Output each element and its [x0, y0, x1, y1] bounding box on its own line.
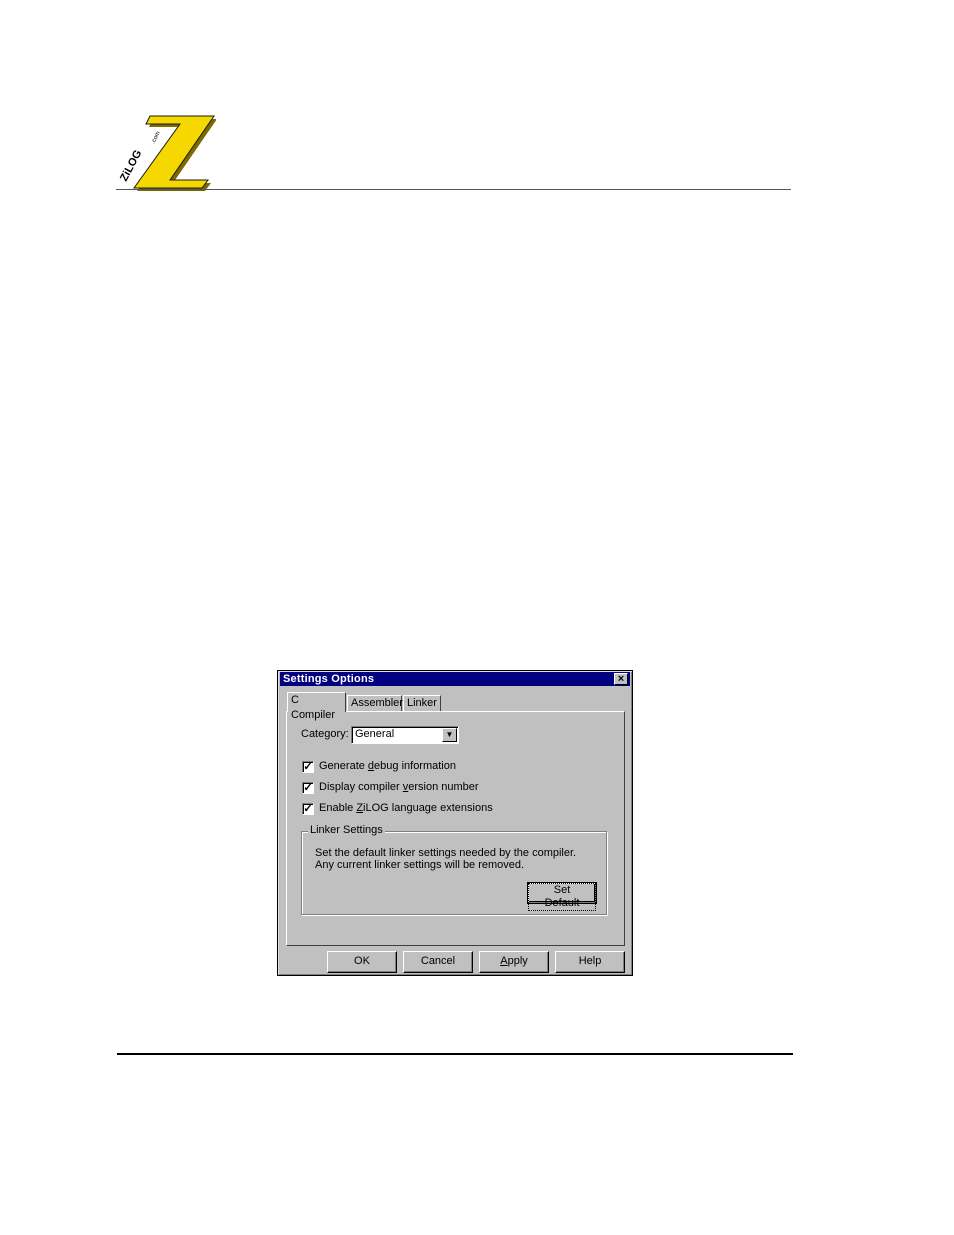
tab-linker[interactable]: Linker: [403, 695, 441, 712]
apply-button[interactable]: Apply: [479, 951, 549, 973]
generate-debug-checkbox[interactable]: ✓: [302, 761, 314, 773]
set-default-button[interactable]: Set Default: [527, 882, 597, 911]
category-label: Category:: [301, 728, 349, 740]
enable-zilog-extensions-checkbox[interactable]: ✓: [302, 803, 314, 815]
help-label: Help: [578, 955, 602, 967]
title-bar[interactable]: Settings Options ×: [280, 672, 630, 686]
checkbox-label: Enable ZiLOG language extensions: [319, 802, 493, 814]
checkbox-label: Generate debug information: [319, 760, 456, 772]
header-rule: [116, 189, 791, 190]
linker-settings-group: Linker Settings Set the default linker s…: [301, 824, 607, 915]
checkbox-label: Display compiler version number: [319, 781, 479, 793]
cancel-button[interactable]: Cancel: [403, 951, 473, 973]
cancel-label: Cancel: [420, 955, 456, 967]
category-select[interactable]: General ▼: [351, 726, 459, 744]
chevron-down-icon[interactable]: ▼: [442, 728, 457, 742]
help-button[interactable]: Help: [555, 951, 625, 973]
linker-settings-legend: Linker Settings: [308, 824, 385, 836]
tab-label: Linker: [407, 697, 437, 709]
svg-text:.com: .com: [150, 131, 161, 145]
tab-label: C Compiler: [291, 694, 336, 721]
tab-c-compiler[interactable]: C Compiler: [287, 692, 346, 721]
close-icon[interactable]: ×: [614, 673, 628, 685]
ok-label: OK: [354, 955, 370, 967]
tab-label: Assembler: [351, 697, 403, 709]
tab-assembler[interactable]: Assembler: [347, 695, 403, 712]
settings-options-dialog: Settings Options × C Compiler Assembler …: [277, 670, 633, 976]
apply-label: Apply: [500, 955, 528, 967]
zilog-logo: ZiLOG .com: [118, 115, 216, 191]
linker-settings-description: Set the default linker settings needed b…: [315, 847, 577, 871]
category-value: General: [355, 728, 395, 740]
ok-button[interactable]: OK: [327, 951, 397, 973]
svg-text:ZiLOG: ZiLOG: [118, 148, 144, 183]
display-version-checkbox[interactable]: ✓: [302, 782, 314, 794]
footer-rule: [117, 1053, 793, 1055]
dialog-title: Settings Options: [283, 673, 375, 685]
set-default-label: Set Default: [528, 883, 596, 911]
